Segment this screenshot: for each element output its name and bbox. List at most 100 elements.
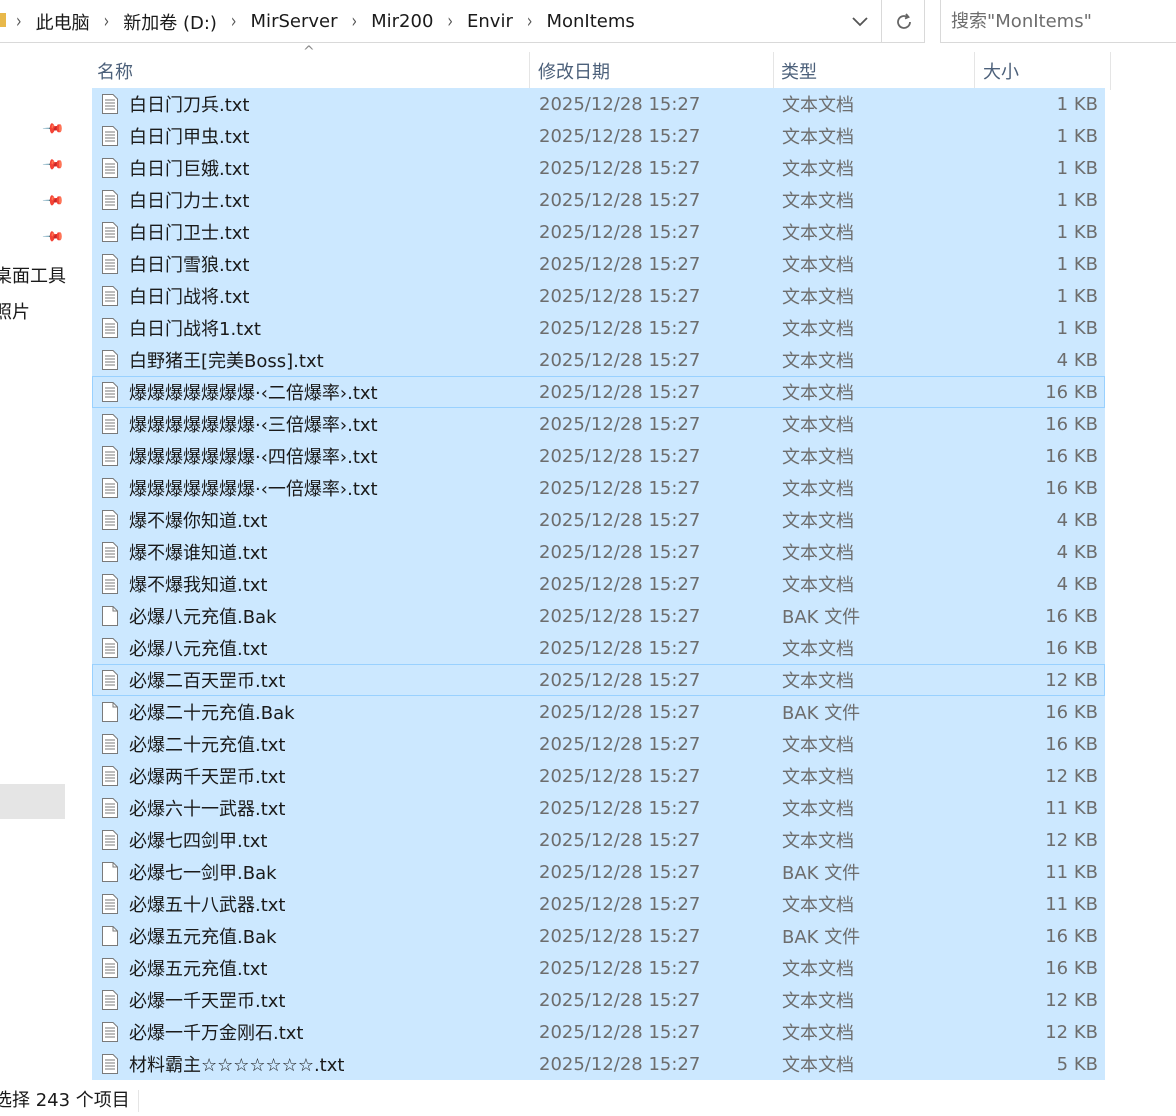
- file-row[interactable]: 白日门卫士.txt 2025/12/28 15:27 文本文档 1 KB: [92, 216, 1105, 248]
- nav-item-photos[interactable]: 照片: [0, 298, 30, 324]
- file-row[interactable]: 必爆五十八武器.txt 2025/12/28 15:27 文本文档 11 KB: [92, 888, 1105, 920]
- pin-icon[interactable]: 📌: [40, 224, 65, 249]
- file-row[interactable]: 爆不爆谁知道.txt 2025/12/28 15:27 文本文档 4 KB: [92, 536, 1105, 568]
- file-row[interactable]: 必爆五元充值.Bak 2025/12/28 15:27 BAK 文件 16 KB: [92, 920, 1105, 952]
- chevron-right-icon[interactable]: ›: [527, 10, 533, 32]
- file-type: 文本文档: [782, 415, 854, 436]
- file-size: 16 KB: [1045, 381, 1098, 403]
- blank-file-icon: [102, 926, 118, 946]
- column-size[interactable]: 大小: [979, 52, 1111, 90]
- file-name: 白日门力士.txt: [129, 191, 250, 212]
- file-row[interactable]: 白日门甲虫.txt 2025/12/28 15:27 文本文档 1 KB: [92, 120, 1105, 152]
- file-row[interactable]: 爆不爆我知道.txt 2025/12/28 15:27 文本文档 4 KB: [92, 568, 1105, 600]
- search-box[interactable]: [940, 0, 1176, 43]
- file-date: 2025/12/28 15:27: [539, 93, 701, 115]
- file-date: 2025/12/28 15:27: [539, 125, 701, 147]
- file-row[interactable]: 必爆一千天罡币.txt 2025/12/28 15:27 文本文档 12 KB: [92, 984, 1105, 1016]
- file-name: 白日门战将1.txt: [129, 319, 261, 340]
- file-date: 2025/12/28 15:27: [539, 221, 701, 243]
- file-size: 1 KB: [1056, 157, 1098, 179]
- column-date[interactable]: 修改日期: [534, 52, 774, 90]
- file-size: 4 KB: [1056, 541, 1098, 563]
- file-row[interactable]: 必爆六十一武器.txt 2025/12/28 15:27 文本文档 11 KB: [92, 792, 1105, 824]
- refresh-button[interactable]: [881, 0, 925, 43]
- file-row[interactable]: 必爆七一剑甲.Bak 2025/12/28 15:27 BAK 文件 11 KB: [92, 856, 1105, 888]
- file-size: 11 KB: [1045, 861, 1098, 883]
- file-row[interactable]: 爆爆爆爆爆爆爆·‹三倍爆率›.txt 2025/12/28 15:27 文本文档 16…: [92, 408, 1105, 440]
- breadcrumb-item[interactable]: 此电脑: [36, 9, 90, 35]
- breadcrumb-item[interactable]: MirServer: [251, 11, 338, 32]
- text-file-icon: [102, 990, 118, 1010]
- nav-item-selected[interactable]: [0, 784, 65, 819]
- breadcrumb-item[interactable]: 新加卷 (D:): [123, 9, 217, 35]
- chevron-right-icon[interactable]: ›: [352, 10, 358, 32]
- pin-icon[interactable]: 📌: [40, 188, 65, 213]
- file-row[interactable]: 爆爆爆爆爆爆爆·‹二倍爆率›.txt 2025/12/28 15:27 文本文档 16…: [92, 376, 1105, 408]
- search-input[interactable]: [951, 10, 1171, 32]
- file-name: 必爆二百天罡币.txt: [129, 671, 286, 692]
- file-row[interactable]: 白日门战将.txt 2025/12/28 15:27 文本文档 1 KB: [92, 280, 1105, 312]
- file-row[interactable]: 白日门雪狼.txt 2025/12/28 15:27 文本文档 1 KB: [92, 248, 1105, 280]
- file-date: 2025/12/28 15:27: [539, 605, 701, 627]
- chevron-down-icon[interactable]: [840, 0, 880, 43]
- file-row[interactable]: 爆不爆你知道.txt 2025/12/28 15:27 文本文档 4 KB: [92, 504, 1105, 536]
- text-file-icon: [102, 1054, 118, 1074]
- file-size: 4 KB: [1056, 349, 1098, 371]
- file-type: 文本文档: [782, 543, 854, 564]
- file-row[interactable]: 必爆二十元充值.Bak 2025/12/28 15:27 BAK 文件 16 KB: [92, 696, 1105, 728]
- breadcrumb-item[interactable]: Envir: [467, 11, 513, 32]
- file-row[interactable]: 爆爆爆爆爆爆爆·‹一倍爆率›.txt 2025/12/28 15:27 文本文档 16…: [92, 472, 1105, 504]
- file-row[interactable]: 必爆八元充值.Bak 2025/12/28 15:27 BAK 文件 16 KB: [92, 600, 1105, 632]
- file-row[interactable]: 白日门巨娥.txt 2025/12/28 15:27 文本文档 1 KB: [92, 152, 1105, 184]
- text-file-icon: [102, 158, 118, 178]
- file-row[interactable]: 材料霸主☆☆☆☆☆☆☆.txt 2025/12/28 15:27 文本文档 5 KB: [92, 1048, 1105, 1080]
- file-row[interactable]: 白日门战将1.txt 2025/12/28 15:27 文本文档 1 KB: [92, 312, 1105, 344]
- file-type: 文本文档: [782, 831, 854, 852]
- file-row[interactable]: 必爆两千天罡币.txt 2025/12/28 15:27 文本文档 12 KB: [92, 760, 1105, 792]
- file-name: 必爆五元充值.txt: [129, 959, 268, 980]
- address-bar[interactable]: › 此电脑 › 新加卷 (D:) › MirServer › Mir200 › Envir › Mon…: [0, 0, 925, 43]
- file-date: 2025/12/28 15:27: [539, 413, 701, 435]
- file-row[interactable]: 必爆八元充值.txt 2025/12/28 15:27 文本文档 16 KB: [92, 632, 1105, 664]
- text-file-icon: [102, 478, 118, 498]
- file-size: 4 KB: [1056, 573, 1098, 595]
- file-row[interactable]: 必爆二十元充值.txt 2025/12/28 15:27 文本文档 16 KB: [92, 728, 1105, 760]
- file-size: 5 KB: [1056, 1053, 1098, 1075]
- column-header: ^ 名称 修改日期 类型 大小: [93, 44, 1111, 90]
- file-row[interactable]: 必爆七四剑甲.txt 2025/12/28 15:27 文本文档 12 KB: [92, 824, 1105, 856]
- chevron-right-icon[interactable]: ›: [104, 10, 110, 32]
- file-name: 必爆五元充值.Bak: [129, 927, 277, 948]
- file-size: 12 KB: [1045, 989, 1098, 1011]
- file-row[interactable]: 爆爆爆爆爆爆爆·‹四倍爆率›.txt 2025/12/28 15:27 文本文档 16…: [92, 440, 1105, 472]
- file-type: 文本文档: [782, 671, 854, 692]
- file-row[interactable]: 白日门刀兵.txt 2025/12/28 15:27 文本文档 1 KB: [92, 88, 1105, 120]
- file-date: 2025/12/28 15:27: [539, 1021, 701, 1043]
- breadcrumb-item[interactable]: Mir200: [371, 11, 433, 32]
- file-date: 2025/12/28 15:27: [539, 829, 701, 851]
- breadcrumb-item[interactable]: MonItems: [546, 11, 634, 32]
- pin-icon[interactable]: 📌: [40, 152, 65, 177]
- file-size: 16 KB: [1045, 637, 1098, 659]
- nav-item-desktop-tools[interactable]: 桌面工具: [0, 262, 66, 288]
- file-row[interactable]: 必爆一千万金刚石.txt 2025/12/28 15:27 文本文档 12 KB: [92, 1016, 1105, 1048]
- file-type: 文本文档: [782, 1055, 854, 1076]
- file-name: 必爆八元充值.txt: [129, 639, 268, 660]
- file-name: 爆不爆我知道.txt: [129, 575, 268, 596]
- chevron-right-icon[interactable]: ›: [447, 10, 453, 32]
- file-size: 11 KB: [1045, 797, 1098, 819]
- column-name[interactable]: 名称: [93, 52, 530, 90]
- file-row[interactable]: 白日门力士.txt 2025/12/28 15:27 文本文档 1 KB: [92, 184, 1105, 216]
- file-row[interactable]: 必爆五元充值.txt 2025/12/28 15:27 文本文档 16 KB: [92, 952, 1105, 984]
- text-file-icon: [102, 958, 118, 978]
- file-name: 爆不爆你知道.txt: [129, 511, 268, 532]
- column-type[interactable]: 类型: [777, 52, 975, 90]
- pin-icon[interactable]: 📌: [40, 116, 65, 141]
- file-row[interactable]: 白野猪王[完美Boss].txt 2025/12/28 15:27 文本文档 4 KB: [92, 344, 1105, 376]
- file-size: 12 KB: [1045, 1021, 1098, 1043]
- text-file-icon: [102, 414, 118, 434]
- file-name: 材料霸主☆☆☆☆☆☆☆.txt: [129, 1055, 345, 1076]
- chevron-right-icon[interactable]: ›: [16, 10, 22, 32]
- chevron-right-icon[interactable]: ›: [231, 10, 237, 32]
- file-row[interactable]: 必爆二百天罡币.txt 2025/12/28 15:27 文本文档 12 KB: [92, 664, 1105, 696]
- file-date: 2025/12/28 15:27: [539, 797, 701, 819]
